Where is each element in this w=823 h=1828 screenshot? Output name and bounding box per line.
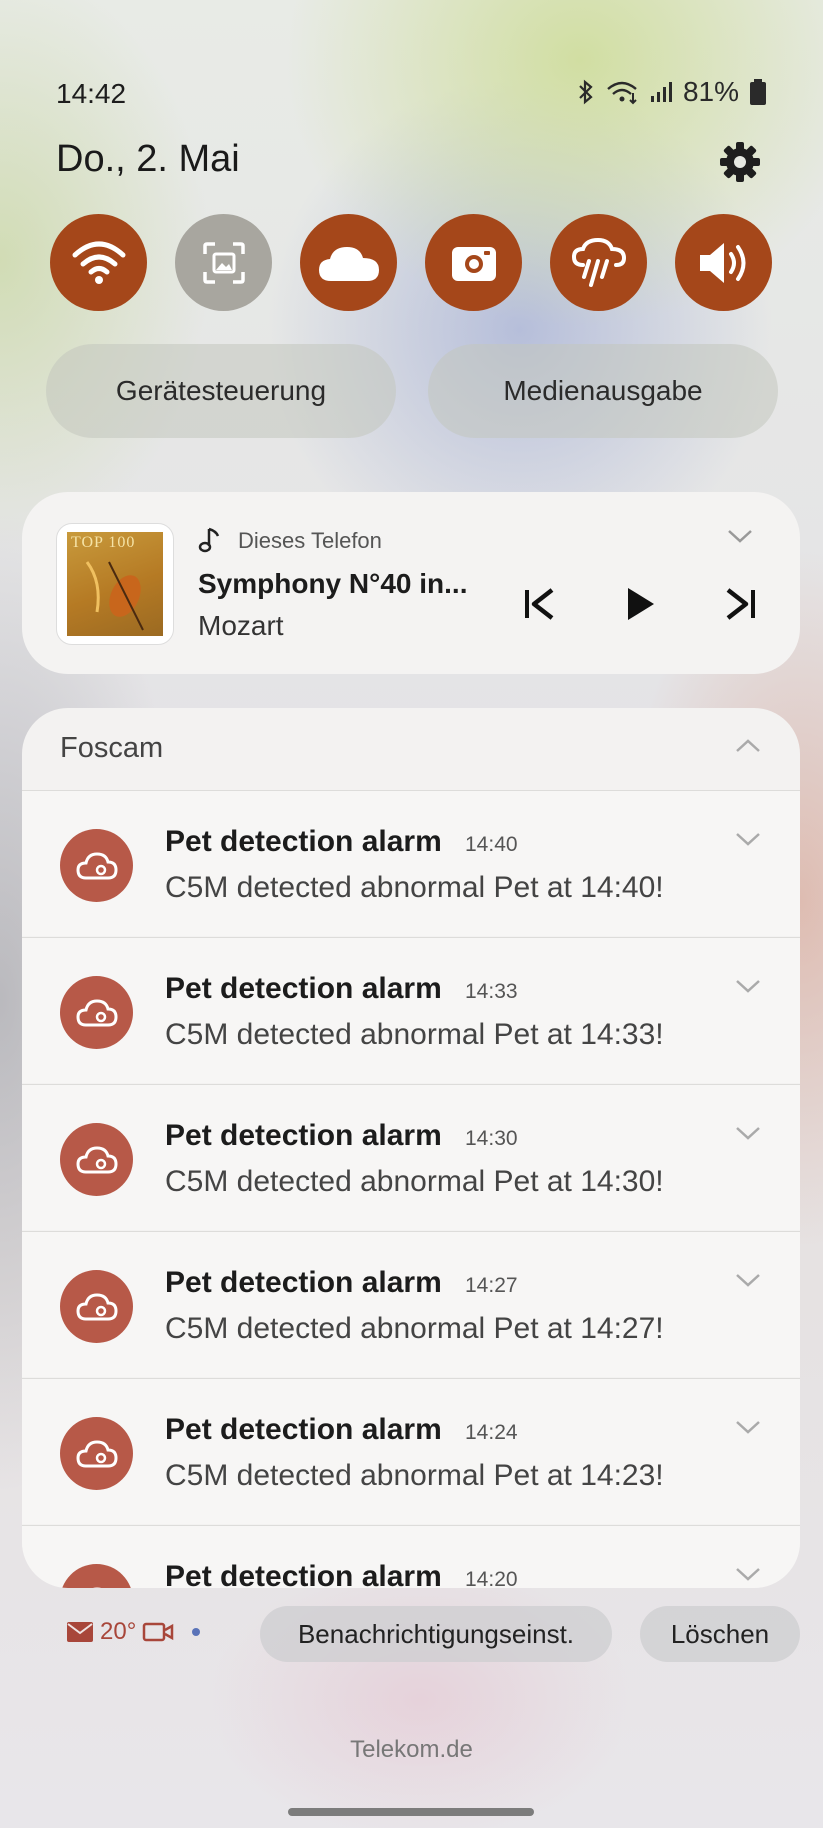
- notification-settings-button[interactable]: Benachrichtigungseinst.: [260, 1606, 612, 1662]
- media-song-title: Symphony N°40 in...: [198, 568, 468, 599]
- more-indicator-dot: [192, 1628, 201, 1636]
- media-artist: Mozart: [198, 610, 284, 641]
- carrier-label: Telekom.de: [350, 1736, 473, 1763]
- temperature-label: 20°: [100, 1618, 137, 1645]
- cloud-camera-icon: [75, 998, 118, 1026]
- notification-time: 14:33: [465, 980, 518, 1003]
- notification-title: Pet detection alarm: [165, 972, 442, 1005]
- notification-group-foscam: Foscam Pet detection alarm 14:40 C5M det…: [22, 708, 800, 1588]
- chevron-down-icon[interactable]: [726, 528, 754, 544]
- notification-item[interactable]: Pet detection alarm 14:27 C5M detected a…: [22, 1231, 800, 1377]
- status-icons: 81%: [577, 76, 767, 108]
- music-note-icon: [198, 527, 220, 553]
- notification-item[interactable]: Pet detection alarm 14:20: [22, 1525, 800, 1588]
- foscam-app-icon: [60, 1270, 133, 1343]
- previous-track-icon[interactable]: [522, 584, 556, 624]
- mail-icon: [67, 1622, 93, 1642]
- media-output-button[interactable]: Medienausgabe: [428, 344, 778, 438]
- cloud-toggle[interactable]: [300, 214, 397, 311]
- foscam-app-icon: [60, 829, 133, 902]
- weather-toggle[interactable]: [550, 214, 647, 311]
- settings-gear-icon[interactable]: [718, 140, 762, 184]
- chevron-down-icon[interactable]: [734, 1566, 762, 1582]
- battery-percent: 81%: [682, 76, 739, 107]
- next-track-icon[interactable]: [724, 584, 758, 624]
- notification-item[interactable]: Pet detection alarm 14:33 C5M detected a…: [22, 937, 800, 1083]
- chevron-down-icon[interactable]: [734, 1125, 762, 1141]
- status-time: 14:42: [56, 78, 127, 109]
- notification-body: C5M detected abnormal Pet at 14:33!: [165, 1018, 664, 1051]
- camera-toggle[interactable]: [425, 214, 522, 311]
- chevron-up-icon[interactable]: [734, 738, 762, 754]
- chevron-down-icon[interactable]: [734, 1272, 762, 1288]
- violin-image: [85, 561, 144, 631]
- notification-time: 14:20: [465, 1568, 518, 1588]
- quick-settings-row: [50, 214, 772, 311]
- wifi-toggle[interactable]: [50, 214, 147, 311]
- volume-icon: [699, 242, 745, 283]
- notification-item[interactable]: Pet detection alarm 14:24 C5M detected a…: [22, 1378, 800, 1524]
- chevron-down-icon[interactable]: [734, 831, 762, 847]
- notification-title: Pet detection alarm: [165, 825, 442, 858]
- cloud-camera-icon: [75, 851, 118, 879]
- battery-icon: [750, 79, 766, 105]
- weather-rain-icon: [571, 237, 626, 287]
- media-source-label: Dieses Telefon: [238, 528, 382, 553]
- notification-time: 14:24: [465, 1421, 518, 1444]
- sound-toggle[interactable]: [675, 214, 772, 311]
- foscam-app-icon: [60, 1123, 133, 1196]
- play-icon[interactable]: [622, 584, 658, 624]
- notification-item[interactable]: Pet detection alarm 14:30 C5M detected a…: [22, 1084, 800, 1230]
- cloud-camera-icon: [75, 1292, 118, 1320]
- album-art: TOP 100: [56, 523, 174, 645]
- screen-capture-toggle[interactable]: [175, 214, 272, 311]
- cloud-camera-icon: [91, 1586, 103, 1588]
- bluetooth-icon: [579, 79, 593, 105]
- home-indicator[interactable]: [288, 1808, 534, 1816]
- video-call-icon: [143, 1622, 174, 1642]
- notification-body: C5M detected abnormal Pet at 14:23!: [165, 1459, 664, 1492]
- notification-body: C5M detected abnormal Pet at 14:30!: [165, 1165, 664, 1198]
- foscam-app-icon: [60, 976, 133, 1049]
- clear-button[interactable]: Löschen: [640, 1606, 800, 1662]
- notification-time: 14:30: [465, 1127, 518, 1150]
- notification-title: Pet detection alarm: [165, 1560, 442, 1588]
- notification-title: Pet detection alarm: [165, 1119, 442, 1152]
- cloud-icon: [318, 246, 379, 281]
- notification-item[interactable]: Pet detection alarm 14:40 C5M detected a…: [22, 790, 800, 936]
- notification-body: C5M detected abnormal Pet at 14:27!: [165, 1312, 664, 1345]
- screenshot-icon: [202, 241, 245, 284]
- camera-icon: [451, 246, 496, 281]
- group-app-name: Foscam: [60, 732, 164, 764]
- notification-title: Pet detection alarm: [165, 1266, 442, 1299]
- status-notification-icons: 20°: [66, 1618, 201, 1646]
- cloud-camera-icon: [75, 1439, 118, 1467]
- notification-time: 14:27: [465, 1274, 518, 1297]
- notification-title: Pet detection alarm: [165, 1413, 442, 1446]
- device-control-button[interactable]: Gerätesteuerung: [46, 344, 396, 438]
- signal-icon: [650, 82, 672, 102]
- chevron-down-icon[interactable]: [734, 1419, 762, 1435]
- chevron-down-icon[interactable]: [734, 978, 762, 994]
- cloud-camera-icon: [75, 1145, 118, 1173]
- wifi-data-icon: [607, 81, 637, 105]
- wifi-icon: [72, 241, 125, 284]
- foscam-app-icon: [60, 1417, 133, 1490]
- date-label: Do., 2. Mai: [56, 138, 240, 180]
- foscam-app-icon: [60, 1564, 133, 1588]
- notification-body: C5M detected abnormal Pet at 14:40!: [165, 871, 664, 904]
- notification-time: 14:40: [465, 833, 518, 856]
